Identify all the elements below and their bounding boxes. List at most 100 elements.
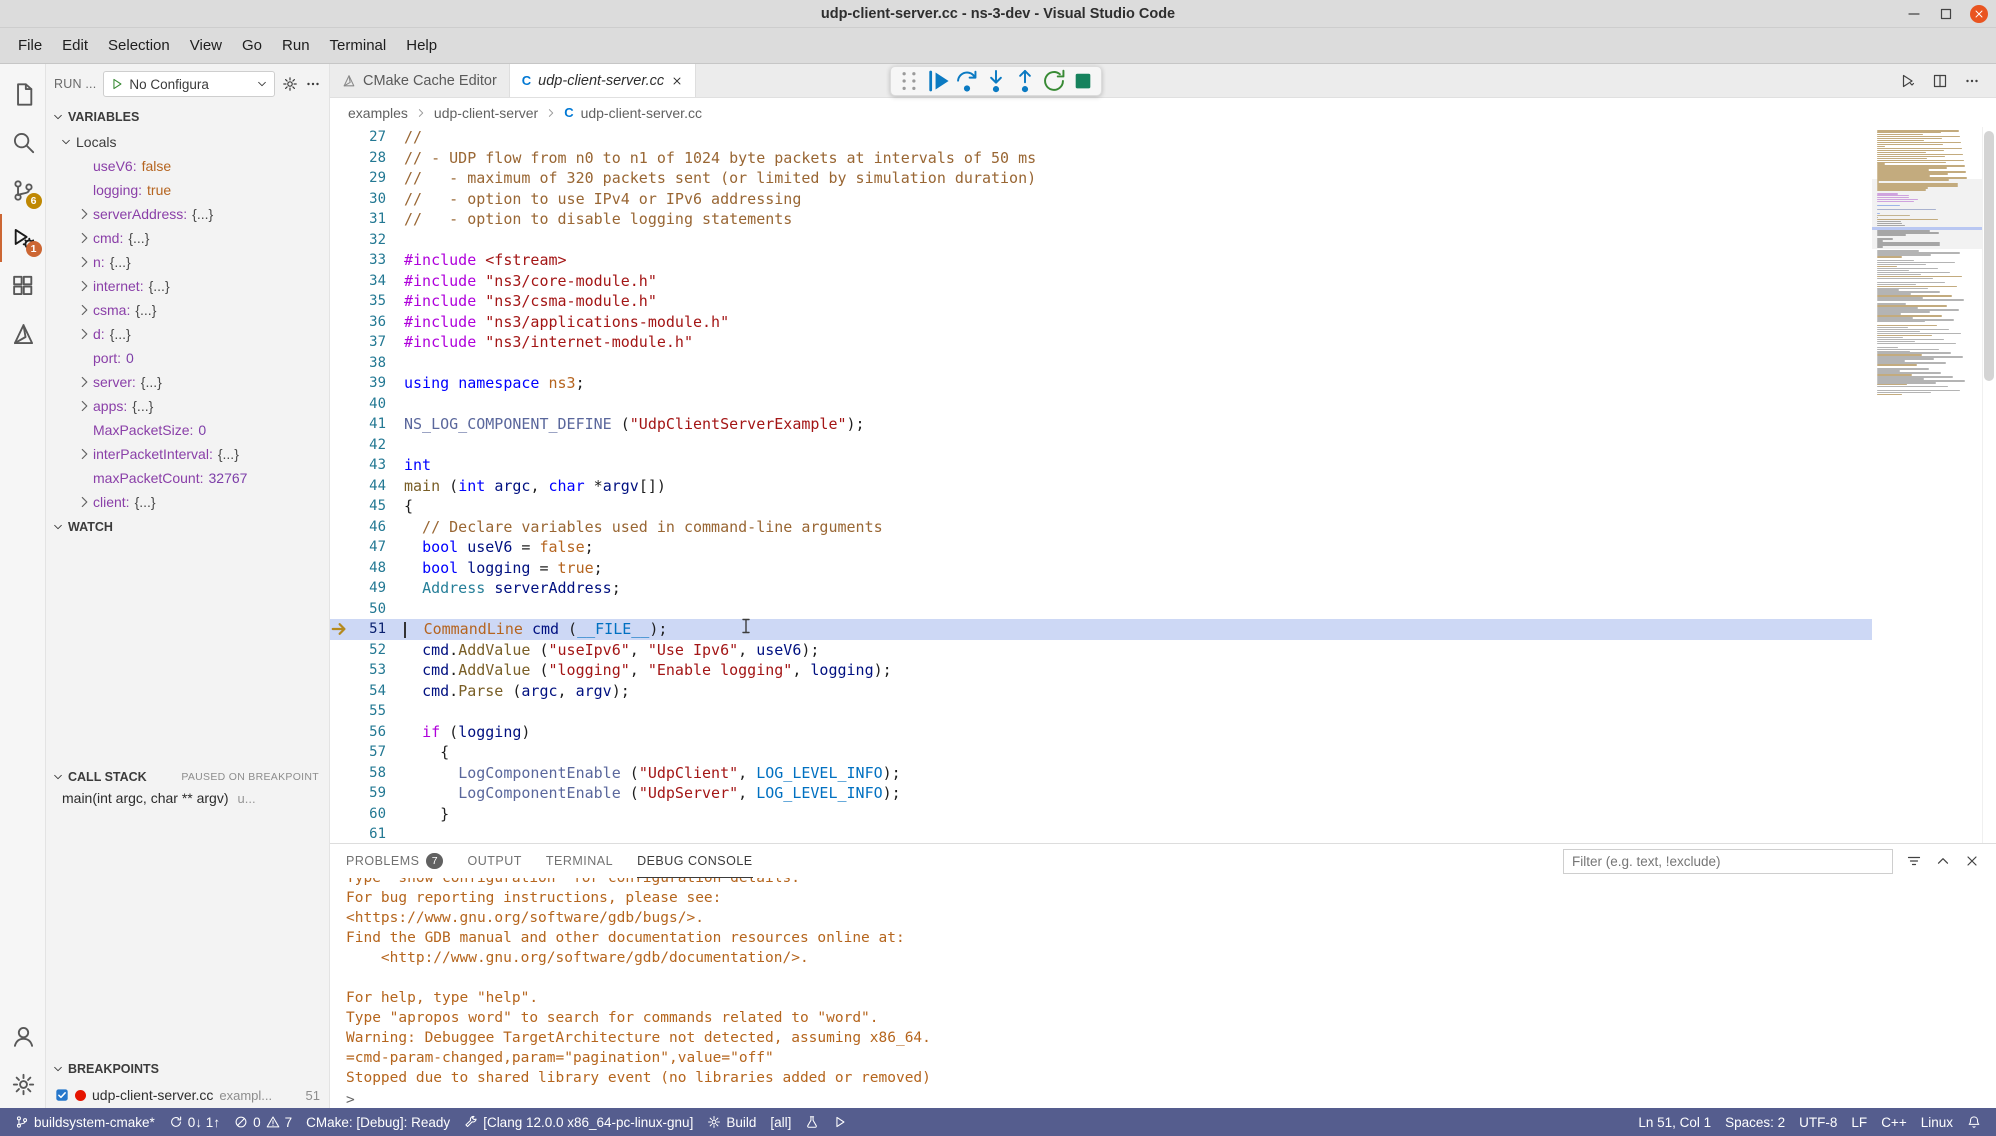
- code-line[interactable]: 43int: [330, 455, 1872, 476]
- code-line[interactable]: 27//: [330, 127, 1872, 148]
- launch-item[interactable]: [826, 1108, 854, 1136]
- line-number[interactable]: 49: [352, 580, 386, 596]
- activity-extensions[interactable]: [0, 262, 46, 310]
- variable-row[interactable]: apps:{...}: [46, 394, 329, 418]
- activity-account[interactable]: [0, 1012, 46, 1060]
- menu-run[interactable]: Run: [272, 32, 320, 59]
- line-number[interactable]: 41: [352, 416, 386, 432]
- tab-cmake-cache-editor[interactable]: CMake Cache Editor: [330, 64, 510, 97]
- code-line[interactable]: 32: [330, 230, 1872, 251]
- split-editor-icon[interactable]: [1932, 73, 1948, 89]
- menu-terminal[interactable]: Terminal: [320, 32, 397, 59]
- menu-go[interactable]: Go: [232, 32, 272, 59]
- menu-edit[interactable]: Edit: [52, 32, 98, 59]
- code-line[interactable]: 61: [330, 824, 1872, 843]
- menu-help[interactable]: Help: [396, 32, 447, 59]
- line-number[interactable]: 39: [352, 375, 386, 391]
- breadcrumb-udp-client-server[interactable]: udp-client-server: [434, 105, 538, 121]
- variable-row[interactable]: serverAddress:{...}: [46, 202, 329, 226]
- code-line[interactable]: 47 bool useV6 = false;: [330, 537, 1872, 558]
- code-line[interactable]: 59 LogComponentEnable ("UdpServer", LOG_…: [330, 783, 1872, 804]
- code-area[interactable]: 27//28// - UDP flow from n0 to n1 of 102…: [330, 127, 1872, 843]
- indentation-item[interactable]: Spaces: 2: [1718, 1108, 1792, 1136]
- variable-row[interactable]: cmd:{...}: [46, 226, 329, 250]
- line-number[interactable]: 57: [352, 744, 386, 760]
- maximize-icon[interactable]: [1938, 6, 1954, 22]
- minimize-icon[interactable]: [1906, 6, 1922, 22]
- scope-locals[interactable]: Locals: [46, 130, 329, 154]
- step-into-button[interactable]: [983, 68, 1009, 94]
- close-tab-icon[interactable]: [671, 75, 683, 87]
- code-line[interactable]: 36#include "ns3/applications-module.h": [330, 312, 1872, 333]
- notifications-item[interactable]: [1960, 1108, 1988, 1136]
- chevron-right-icon[interactable]: [76, 374, 93, 390]
- variable-row[interactable]: server:{...}: [46, 370, 329, 394]
- cmake-kit-item[interactable]: [Clang 12.0.0 x86_64-pc-linux-gnu]: [457, 1108, 700, 1136]
- breakpoints-section-header[interactable]: BREAKPOINTS: [46, 1056, 329, 1082]
- chevron-right-icon[interactable]: [76, 398, 93, 414]
- console-filter-input[interactable]: [1563, 849, 1893, 874]
- close-panel-icon[interactable]: [1964, 853, 1980, 869]
- code-line[interactable]: 34#include "ns3/core-module.h": [330, 271, 1872, 292]
- tab-udp-client-server[interactable]: C udp-client-server.cc: [510, 64, 696, 97]
- code-line[interactable]: 57 {: [330, 742, 1872, 763]
- tab-debug-console[interactable]: DEBUG CONSOLE: [637, 844, 753, 878]
- code-line[interactable]: 58 LogComponentEnable ("UdpClient", LOG_…: [330, 763, 1872, 784]
- line-number[interactable]: 48: [352, 560, 386, 576]
- variable-row[interactable]: interPacketInterval:{...}: [46, 442, 329, 466]
- line-number[interactable]: 56: [352, 724, 386, 740]
- line-number[interactable]: 38: [352, 355, 386, 371]
- cmake-build-item[interactable]: Build: [700, 1108, 763, 1136]
- close-window-icon[interactable]: [1970, 5, 1988, 23]
- line-number[interactable]: 54: [352, 683, 386, 699]
- chevron-right-icon[interactable]: [76, 326, 93, 342]
- debug-current-line-arrow-icon[interactable]: [330, 618, 352, 640]
- tab-terminal[interactable]: TERMINAL: [546, 844, 613, 878]
- code-line[interactable]: 42: [330, 435, 1872, 456]
- chevron-right-icon[interactable]: [76, 302, 93, 318]
- code-line[interactable]: 52 cmd.AddValue ("useIpv6", "Use Ipv6", …: [330, 640, 1872, 661]
- restart-button[interactable]: [1041, 68, 1067, 94]
- variable-row[interactable]: d:{...}: [46, 322, 329, 346]
- scrollbar-thumb[interactable]: [1984, 131, 1994, 381]
- code-line[interactable]: 40: [330, 394, 1872, 415]
- start-debug-icon[interactable]: [110, 77, 124, 91]
- code-line[interactable]: 46 // Declare variables used in command-…: [330, 517, 1872, 538]
- code-line[interactable]: 38: [330, 353, 1872, 374]
- line-number[interactable]: 59: [352, 785, 386, 801]
- line-number[interactable]: 45: [352, 498, 386, 514]
- code-line[interactable]: 49 Address serverAddress;: [330, 578, 1872, 599]
- code-line[interactable]: 55: [330, 701, 1872, 722]
- git-sync-item[interactable]: 0↓ 1↑: [162, 1108, 227, 1136]
- menu-selection[interactable]: Selection: [98, 32, 180, 59]
- line-number[interactable]: 28: [352, 150, 386, 166]
- line-number[interactable]: 42: [352, 437, 386, 453]
- git-branch-item[interactable]: buildsystem-cmake*: [8, 1108, 162, 1136]
- views-more-actions-icon[interactable]: [305, 76, 321, 92]
- code-line[interactable]: 48 bool logging = true;: [330, 558, 1872, 579]
- line-number[interactable]: 46: [352, 519, 386, 535]
- activity-search[interactable]: [0, 118, 46, 166]
- debug-console-output[interactable]: Type "show configuration" for configurat…: [330, 878, 1996, 1108]
- line-number[interactable]: 31: [352, 211, 386, 227]
- maximize-panel-icon[interactable]: [1935, 853, 1951, 869]
- code-line[interactable]: 31// - option to disable logging stateme…: [330, 209, 1872, 230]
- problems-status-item[interactable]: 0 7: [227, 1108, 299, 1136]
- chevron-right-icon[interactable]: [76, 206, 93, 222]
- chevron-right-icon[interactable]: [76, 494, 93, 510]
- call-stack-section-header[interactable]: CALL STACK PAUSED ON BREAKPOINT: [46, 764, 329, 790]
- line-number[interactable]: 32: [352, 232, 386, 248]
- activity-settings[interactable]: [0, 1060, 46, 1108]
- debug-settings-gear-icon[interactable]: [282, 76, 298, 92]
- line-number[interactable]: 55: [352, 703, 386, 719]
- line-number[interactable]: 40: [352, 396, 386, 412]
- variables-section-header[interactable]: VARIABLES: [46, 104, 329, 130]
- code-line[interactable]: 60 }: [330, 804, 1872, 825]
- line-number[interactable]: 51: [352, 621, 386, 637]
- panel-menu-icon[interactable]: [1906, 853, 1922, 869]
- line-number[interactable]: 44: [352, 478, 386, 494]
- eol-item[interactable]: LF: [1844, 1108, 1874, 1136]
- variable-row[interactable]: client:{...}: [46, 490, 329, 514]
- code-line[interactable]: 51 CommandLine cmd (__FILE__);: [330, 619, 1872, 640]
- code-line[interactable]: 53 cmd.AddValue ("logging", "Enable logg…: [330, 660, 1872, 681]
